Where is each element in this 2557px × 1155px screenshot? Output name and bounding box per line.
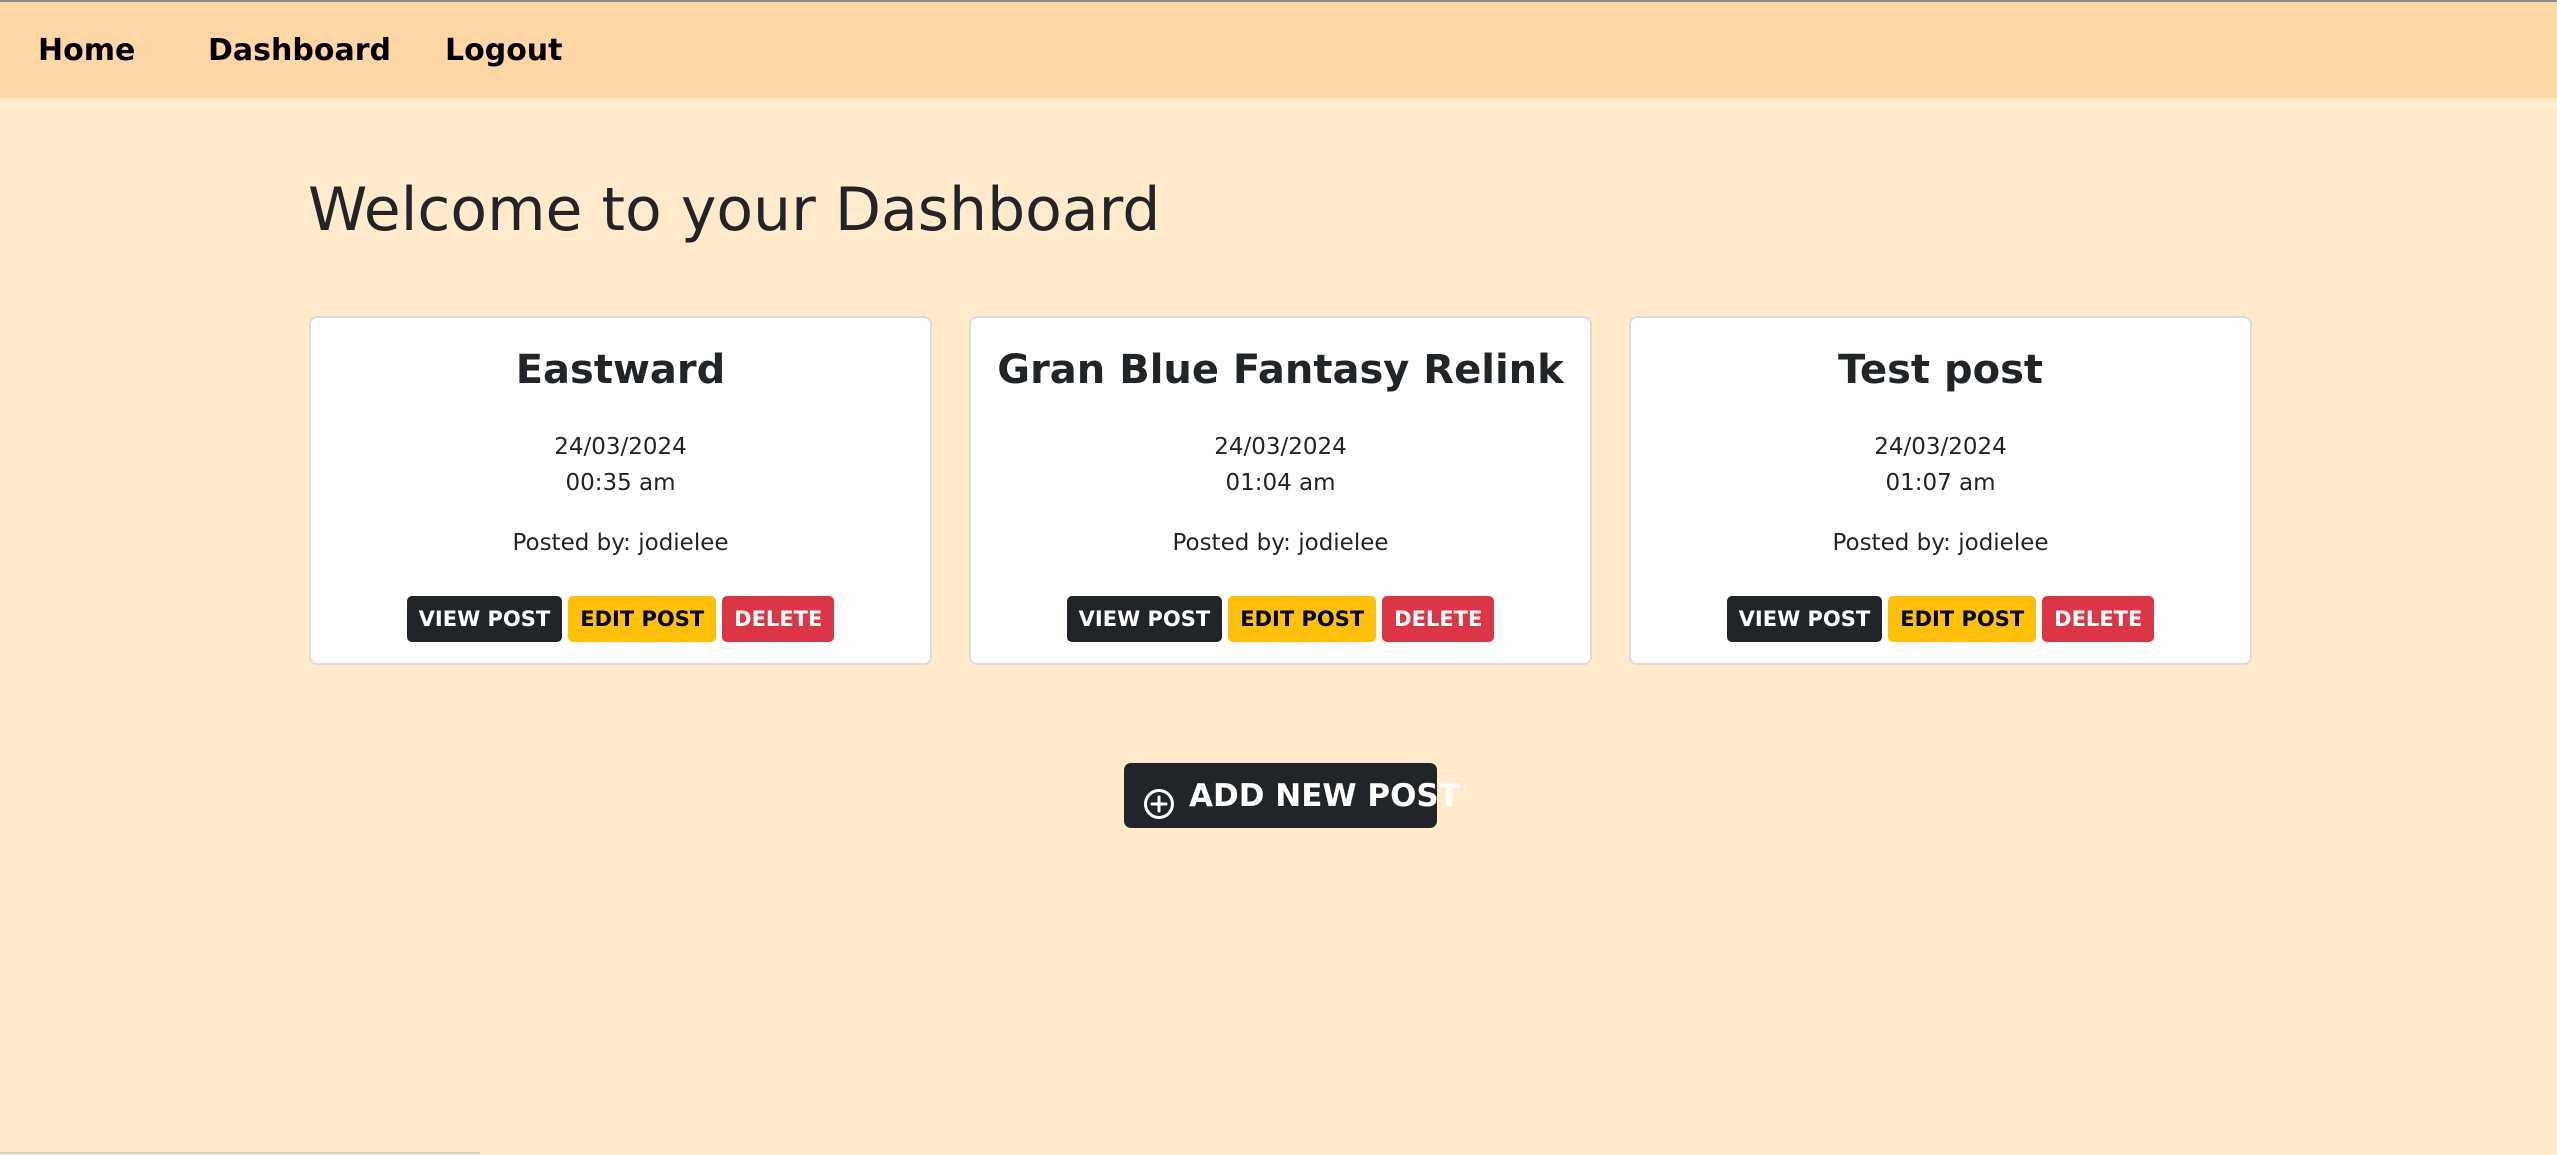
nav-dashboard-link[interactable]: Dashboard bbox=[208, 2, 391, 100]
nav-home-link[interactable]: Home bbox=[38, 2, 135, 100]
post-title: Test post bbox=[1838, 347, 2043, 393]
post-date: 24/03/2024 bbox=[554, 434, 687, 460]
post-card: Eastward 24/03/2024 00:35 am Posted by: … bbox=[309, 316, 932, 665]
post-card: Gran Blue Fantasy Relink 24/03/2024 01:0… bbox=[969, 316, 1592, 665]
post-title: Gran Blue Fantasy Relink bbox=[997, 347, 1564, 393]
post-card: Test post 24/03/2024 01:07 am Posted by:… bbox=[1629, 316, 2252, 665]
post-author: Posted by: jodielee bbox=[1172, 530, 1389, 556]
plus-circle-icon bbox=[1143, 778, 1175, 819]
edit-post-button[interactable]: EDIT POST bbox=[568, 596, 717, 642]
post-time: 00:35 am bbox=[565, 470, 676, 496]
add-new-post-label: ADD NEW POST bbox=[1189, 778, 1460, 814]
delete-post-button[interactable]: DELETE bbox=[1382, 596, 1495, 642]
navbar: Home Dashboard Logout bbox=[0, 0, 2557, 98]
post-date: 24/03/2024 bbox=[1874, 434, 2007, 460]
add-new-post-button[interactable]: ADD NEW POST bbox=[1124, 763, 1460, 828]
post-author: Posted by: jodielee bbox=[512, 530, 729, 556]
post-title: Eastward bbox=[515, 347, 726, 393]
post-time: 01:07 am bbox=[1885, 470, 1996, 496]
nav-logout-link[interactable]: Logout bbox=[445, 2, 563, 100]
edit-post-button[interactable]: EDIT POST bbox=[1888, 596, 2037, 642]
post-actions: VIEW POST EDIT POST DELETE bbox=[311, 596, 930, 642]
view-post-button[interactable]: VIEW POST bbox=[1726, 596, 1883, 642]
delete-post-button[interactable]: DELETE bbox=[722, 596, 835, 642]
post-date: 24/03/2024 bbox=[1214, 434, 1347, 460]
post-time: 01:04 am bbox=[1225, 470, 1336, 496]
post-actions: VIEW POST EDIT POST DELETE bbox=[1631, 596, 2250, 642]
edit-post-button[interactable]: EDIT POST bbox=[1228, 596, 1377, 642]
post-actions: VIEW POST EDIT POST DELETE bbox=[971, 596, 1590, 642]
view-post-button[interactable]: VIEW POST bbox=[1066, 596, 1223, 642]
delete-post-button[interactable]: DELETE bbox=[2042, 596, 2155, 642]
view-post-button[interactable]: VIEW POST bbox=[406, 596, 563, 642]
divider bbox=[0, 1152, 480, 1154]
post-author: Posted by: jodielee bbox=[1832, 530, 2049, 556]
page-title: Welcome to your Dashboard bbox=[308, 175, 1161, 245]
